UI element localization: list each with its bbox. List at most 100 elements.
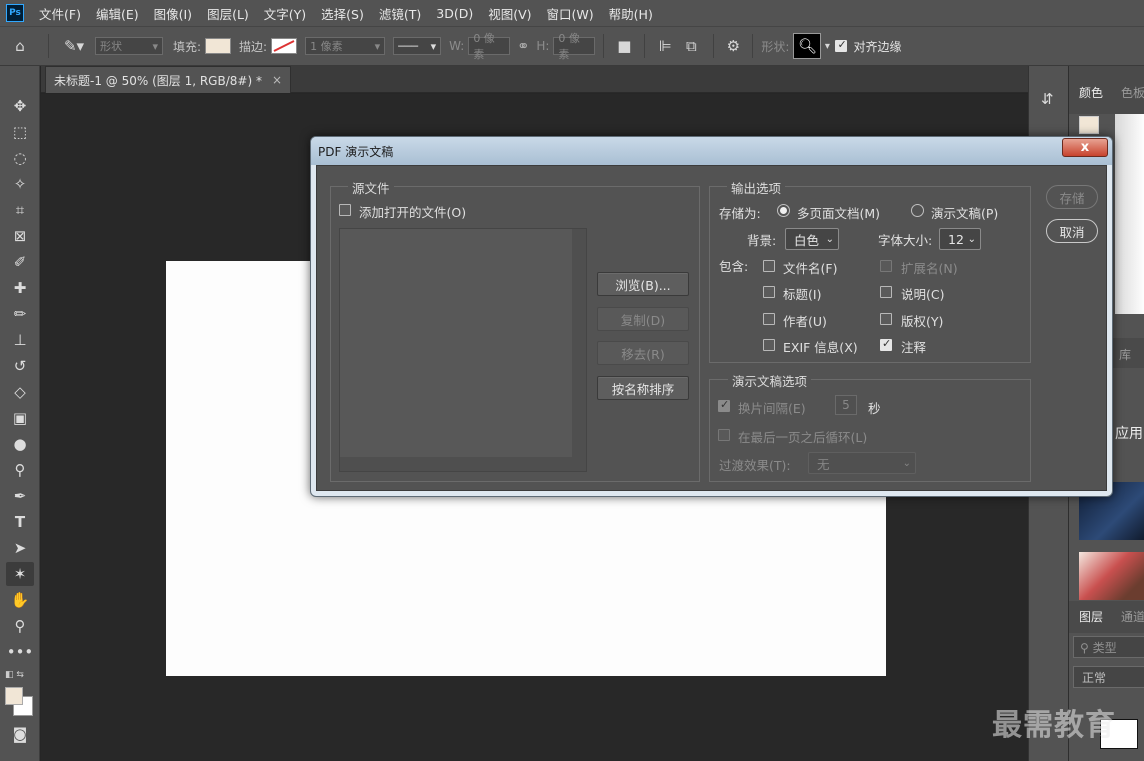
tool-mode-select[interactable]: 形状 ▾: [95, 37, 163, 55]
extension-label: 扩展名(N): [901, 261, 958, 276]
chevron-down-icon[interactable]: ▾: [821, 41, 833, 52]
marquee-tool-icon[interactable]: ⬚: [6, 120, 34, 144]
tab-layers[interactable]: 图层: [1079, 608, 1103, 625]
freeform-pen-tool-icon[interactable]: ✎▾: [57, 37, 91, 55]
fill-label: 填充:: [173, 39, 202, 54]
stroke-width-field[interactable]: 1 像素 ▾: [305, 37, 386, 55]
menu-file[interactable]: 文件(F): [39, 4, 81, 23]
tab-color[interactable]: 颜色: [1079, 84, 1103, 101]
path-selection-tool-icon[interactable]: ➤: [6, 536, 34, 560]
crop-tool-icon[interactable]: ⌗: [6, 198, 34, 222]
layers-search-input[interactable]: ⚲ 类型: [1073, 636, 1144, 658]
blur-tool-icon[interactable]: ●: [6, 432, 34, 456]
zoom-tool-icon[interactable]: ⚲: [6, 614, 34, 638]
hand-tool-icon[interactable]: ✋: [6, 588, 34, 612]
gradient-tool-icon[interactable]: ▣: [6, 406, 34, 430]
menu-image[interactable]: 图像(I): [154, 4, 192, 23]
dodge-tool-icon[interactable]: ⚲: [6, 458, 34, 482]
annotations-checkbox[interactable]: [880, 337, 892, 351]
dialog-title: PDF 演示文稿: [318, 145, 394, 159]
close-icon[interactable]: ×: [272, 73, 282, 87]
title-checkbox[interactable]: [763, 286, 775, 298]
description-checkbox[interactable]: [880, 286, 892, 298]
menu-type[interactable]: 文字(Y): [264, 4, 306, 23]
remove-button[interactable]: 移去(R): [597, 341, 689, 365]
file-list-horizontal-scrollbar[interactable]: [340, 457, 572, 471]
menu-edit[interactable]: 编辑(E): [96, 4, 139, 23]
history-panel-icon[interactable]: ⇵: [1041, 90, 1054, 108]
home-icon[interactable]: ⌂: [0, 37, 40, 55]
background-label: 背景:: [747, 233, 777, 248]
color-field[interactable]: [1115, 114, 1144, 314]
path-arrangement-icon[interactable]: ⧉: [677, 37, 705, 55]
add-open-files-checkbox[interactable]: [339, 204, 351, 216]
frame-tool-icon[interactable]: ⊠: [6, 224, 34, 248]
loop-after-last-checkbox[interactable]: [718, 429, 730, 441]
presentation-radio[interactable]: [911, 204, 924, 217]
author-checkbox[interactable]: [763, 313, 775, 325]
font-size-select[interactable]: 12 ⌄: [939, 228, 981, 250]
quick-mask-icon[interactable]: ◙: [6, 722, 34, 746]
gear-icon[interactable]: ⚙: [722, 37, 744, 55]
tab-channels[interactable]: 通道: [1121, 608, 1144, 625]
transition-select[interactable]: 无 ⌄: [808, 452, 916, 474]
multipage-document-radio[interactable]: [777, 204, 790, 217]
cancel-button[interactable]: 取消: [1046, 219, 1098, 243]
default-colors-icon[interactable]: ◧ ⇆: [5, 670, 24, 680]
advance-every-checkbox[interactable]: [718, 398, 730, 412]
custom-shape-tool-icon[interactable]: ✶: [6, 562, 34, 586]
magic-wand-tool-icon[interactable]: ✧: [6, 172, 34, 196]
brush-tool-icon[interactable]: ✏: [6, 302, 34, 326]
path-operations-icon[interactable]: ■: [612, 37, 636, 55]
eyedropper-tool-icon[interactable]: ✐: [6, 250, 34, 274]
pen-tool-icon[interactable]: ✒: [6, 484, 34, 508]
library-thumbnail-2[interactable]: [1079, 552, 1144, 600]
healing-brush-tool-icon[interactable]: ✚: [6, 276, 34, 300]
tab-swatches[interactable]: 色板: [1121, 84, 1144, 101]
move-tool-icon[interactable]: ✥: [6, 94, 34, 118]
dialog-close-button[interactable]: x: [1062, 138, 1108, 157]
stroke-swatch[interactable]: [271, 38, 298, 54]
fill-swatch[interactable]: [205, 38, 232, 54]
dialog-titlebar: PDF 演示文稿 x: [311, 137, 1112, 165]
save-button[interactable]: 存储: [1046, 185, 1098, 209]
stroke-type-select[interactable]: ─── ▾: [393, 37, 442, 55]
menu-window[interactable]: 窗口(W): [547, 4, 594, 23]
file-list-vertical-scrollbar[interactable]: [572, 229, 586, 471]
presentation-options-title: 演示文稿选项: [728, 371, 812, 390]
menu-help[interactable]: 帮助(H): [609, 4, 653, 23]
browse-button[interactable]: 浏览(B)...: [597, 272, 689, 296]
document-tab[interactable]: 未标题-1 @ 50% (图层 1, RGB/8#) * ×: [45, 66, 292, 93]
align-edges-checkbox[interactable]: [835, 38, 848, 52]
eraser-tool-icon[interactable]: ◇: [6, 380, 34, 404]
path-alignment-icon[interactable]: ⊫: [653, 37, 677, 55]
menu-filter[interactable]: 滤镜(T): [379, 4, 421, 23]
background-select[interactable]: 白色 ⌄: [785, 228, 839, 250]
blend-mode-select[interactable]: 正常: [1073, 666, 1144, 688]
copyright-checkbox[interactable]: [880, 313, 892, 325]
sort-by-name-button[interactable]: 按名称排序: [597, 376, 689, 400]
clone-stamp-tool-icon[interactable]: ⊥: [6, 328, 34, 352]
color-panel-swatch[interactable]: [1079, 116, 1099, 134]
lasso-tool-icon[interactable]: ◌: [6, 146, 34, 170]
history-brush-tool-icon[interactable]: ↺: [6, 354, 34, 378]
height-field[interactable]: 0 像素: [553, 32, 596, 61]
advance-interval-field[interactable]: 5: [835, 395, 857, 415]
source-file-list[interactable]: [339, 228, 587, 472]
width-field[interactable]: 0 像素: [468, 32, 511, 61]
font-size-label: 字体大小:: [878, 233, 933, 248]
more-tools-icon[interactable]: •••: [6, 640, 34, 664]
exif-info-checkbox[interactable]: [763, 339, 775, 351]
extension-checkbox[interactable]: [880, 260, 892, 272]
filename-checkbox[interactable]: [763, 260, 775, 272]
tab-libraries[interactable]: 库: [1119, 346, 1131, 363]
menu-layer[interactable]: 图层(L): [207, 4, 249, 23]
shape-picker-magnifier-icon[interactable]: 🔍︎: [793, 33, 822, 59]
foreground-color-swatch[interactable]: [5, 687, 23, 705]
type-tool-icon[interactable]: T: [6, 510, 34, 534]
menu-3d[interactable]: 3D(D): [436, 6, 473, 21]
link-icon[interactable]: ⚭: [510, 37, 536, 55]
menu-view[interactable]: 视图(V): [488, 4, 531, 23]
duplicate-button[interactable]: 复制(D): [597, 307, 689, 331]
menu-select[interactable]: 选择(S): [321, 4, 364, 23]
